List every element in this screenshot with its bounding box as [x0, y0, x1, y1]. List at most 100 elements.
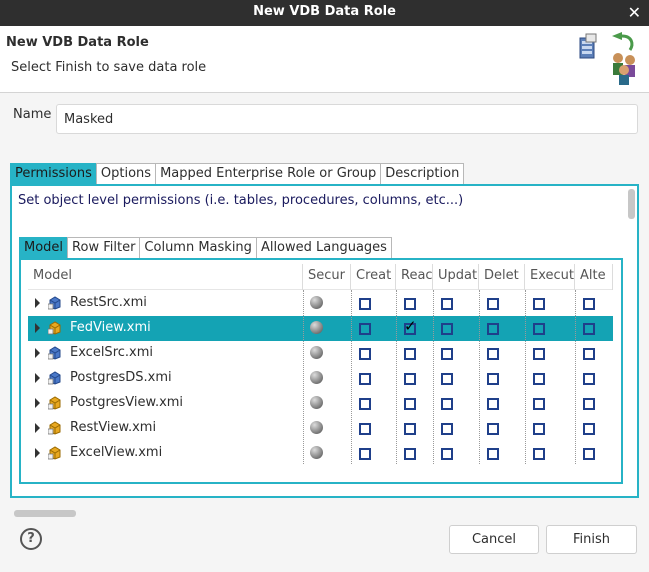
secure-status-icon[interactable]: [310, 446, 323, 459]
finish-button[interactable]: Finish: [546, 525, 637, 554]
create-checkbox[interactable]: [359, 348, 371, 360]
column-header-alter[interactable]: Alte: [575, 264, 613, 290]
permissions-instruction: Set object level permissions (i.e. table…: [18, 193, 464, 208]
horizontal-scrollbar-thumb[interactable]: [14, 510, 76, 517]
cancel-button[interactable]: Cancel: [449, 525, 539, 554]
model-name: PostgresView.xmi: [70, 395, 184, 410]
execute-checkbox[interactable]: [533, 398, 545, 410]
permissions-panel: Set object level permissions (i.e. table…: [10, 184, 639, 517]
create-checkbox[interactable]: [359, 448, 371, 460]
tab-permissions[interactable]: Permissions: [10, 163, 97, 185]
update-checkbox[interactable]: [441, 423, 453, 435]
alter-checkbox[interactable]: [583, 298, 595, 310]
help-icon[interactable]: ?: [20, 528, 42, 550]
secure-status-icon[interactable]: [310, 346, 323, 359]
create-checkbox[interactable]: [359, 298, 371, 310]
alter-checkbox[interactable]: [583, 448, 595, 460]
alter-checkbox[interactable]: [583, 348, 595, 360]
execute-checkbox[interactable]: [533, 373, 545, 385]
checkmark-icon: ✓: [404, 317, 417, 335]
read-checkbox[interactable]: [404, 398, 416, 410]
view-model-icon: [48, 396, 61, 410]
name-input[interactable]: [56, 104, 638, 134]
column-separator: [433, 290, 434, 464]
model-name: ExcelView.xmi: [70, 445, 163, 460]
create-checkbox[interactable]: [359, 398, 371, 410]
column-header-create[interactable]: Creat: [351, 264, 396, 290]
update-checkbox[interactable]: [441, 398, 453, 410]
update-checkbox[interactable]: [441, 323, 453, 335]
column-header-secure[interactable]: Secur: [303, 264, 351, 290]
create-checkbox[interactable]: [359, 323, 371, 335]
column-header-model[interactable]: Model: [28, 264, 303, 290]
execute-checkbox[interactable]: [533, 348, 545, 360]
secure-status-icon[interactable]: [310, 371, 323, 384]
secure-status-icon[interactable]: [310, 321, 323, 334]
create-checkbox[interactable]: [359, 373, 371, 385]
expand-arrow-icon[interactable]: [35, 298, 40, 308]
view-model-icon: [48, 421, 61, 435]
delete-checkbox[interactable]: [487, 298, 499, 310]
column-header-execute[interactable]: Execut: [525, 264, 575, 290]
expand-arrow-icon[interactable]: [35, 423, 40, 433]
data-role-wizard-icon: [579, 32, 635, 85]
model-permissions-table: Model Secur Creat Reac Updat Delet Execut Alte …: [28, 264, 613, 464]
read-checkbox[interactable]: [404, 373, 416, 385]
view-model-icon: [48, 321, 61, 335]
execute-checkbox[interactable]: [533, 298, 545, 310]
alter-checkbox[interactable]: [583, 323, 595, 335]
model-name: PostgresDS.xmi: [70, 370, 172, 385]
delete-checkbox[interactable]: [487, 398, 499, 410]
read-checkbox[interactable]: [404, 448, 416, 460]
expand-arrow-icon[interactable]: [35, 448, 40, 458]
alter-checkbox[interactable]: [583, 373, 595, 385]
tab-row-filter[interactable]: Row Filter: [67, 237, 141, 259]
read-checkbox[interactable]: ✓: [404, 319, 417, 335]
tab-description[interactable]: Description: [380, 163, 465, 185]
column-separator: [351, 290, 352, 464]
expand-arrow-icon[interactable]: [35, 323, 40, 333]
tab-allowed-languages[interactable]: Allowed Languages: [255, 237, 392, 259]
secure-status-icon[interactable]: [310, 421, 323, 434]
update-checkbox[interactable]: [441, 448, 453, 460]
execute-checkbox[interactable]: [533, 423, 545, 435]
tab-model[interactable]: Model: [19, 237, 69, 259]
read-checkbox[interactable]: [404, 348, 416, 360]
close-icon[interactable]: ✕: [628, 3, 641, 22]
expand-arrow-icon[interactable]: [35, 398, 40, 408]
model-name: RestView.xmi: [70, 420, 157, 435]
update-checkbox[interactable]: [441, 298, 453, 310]
delete-checkbox[interactable]: [487, 448, 499, 460]
execute-checkbox[interactable]: [533, 448, 545, 460]
secure-status-icon[interactable]: [310, 296, 323, 309]
create-checkbox[interactable]: [359, 423, 371, 435]
column-separator: [479, 290, 480, 464]
update-checkbox[interactable]: [441, 348, 453, 360]
update-checkbox[interactable]: [441, 373, 453, 385]
execute-checkbox[interactable]: [533, 323, 545, 335]
alter-checkbox[interactable]: [583, 398, 595, 410]
column-header-read[interactable]: Reac: [396, 264, 433, 290]
delete-checkbox[interactable]: [487, 348, 499, 360]
tab-mapped-enterprise-role[interactable]: Mapped Enterprise Role or Group: [155, 163, 382, 185]
column-separator: [525, 290, 526, 464]
vertical-scrollbar-thumb[interactable]: [628, 189, 635, 219]
expand-arrow-icon[interactable]: [35, 348, 40, 358]
window-title: New VDB Data Role: [253, 4, 396, 19]
name-label: Name: [13, 107, 52, 122]
tab-column-masking[interactable]: Column Masking: [139, 237, 257, 259]
delete-checkbox[interactable]: [487, 423, 499, 435]
alter-checkbox[interactable]: [583, 423, 595, 435]
model-name: ExcelSrc.xmi: [70, 345, 153, 360]
delete-checkbox[interactable]: [487, 323, 499, 335]
column-header-delete[interactable]: Delet: [479, 264, 525, 290]
read-checkbox[interactable]: [404, 423, 416, 435]
tab-options[interactable]: Options: [95, 163, 157, 185]
column-header-update[interactable]: Updat: [433, 264, 479, 290]
view-model-icon: [48, 446, 61, 460]
source-model-icon: [48, 296, 61, 310]
expand-arrow-icon[interactable]: [35, 373, 40, 383]
delete-checkbox[interactable]: [487, 373, 499, 385]
secure-status-icon[interactable]: [310, 396, 323, 409]
read-checkbox[interactable]: [404, 298, 416, 310]
